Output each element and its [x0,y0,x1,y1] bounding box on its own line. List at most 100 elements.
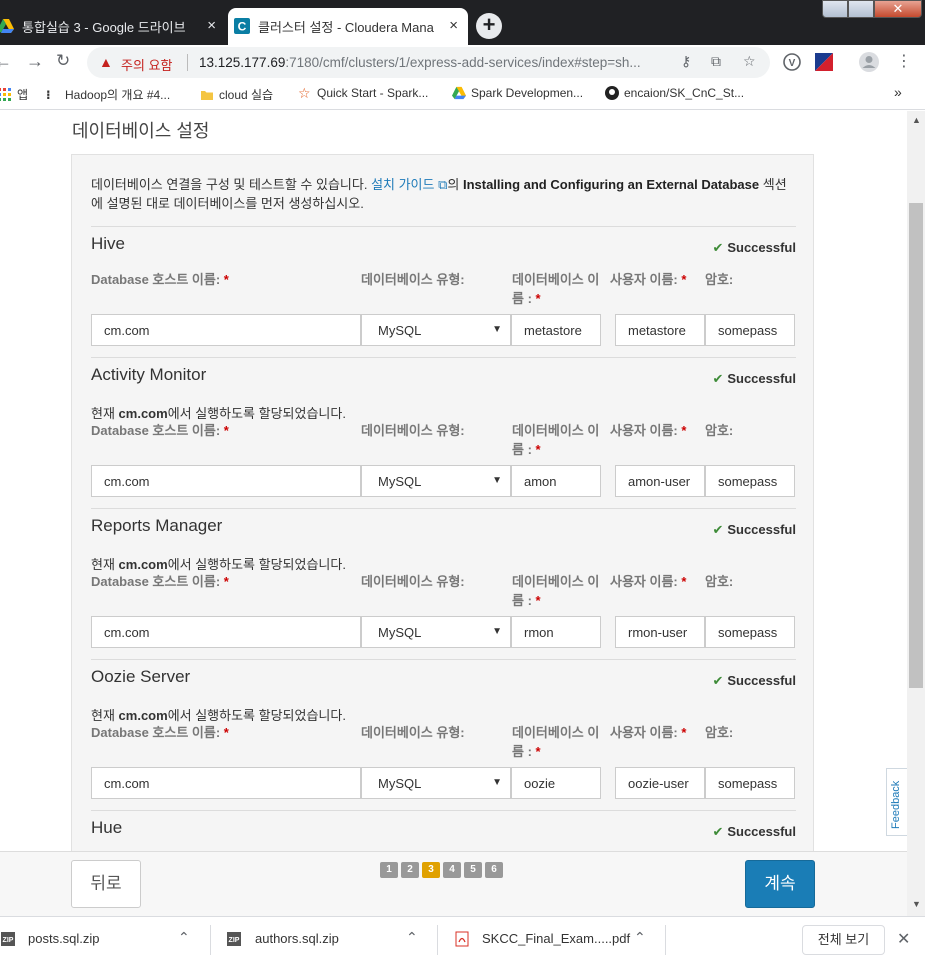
url-text[interactable]: 13.125.177.69:7180/cmf/clusters/1/expres… [199,55,669,70]
maximize-button[interactable] [848,0,874,18]
bookmark-star-icon[interactable]: ☆ [743,53,756,70]
db-name-input[interactable]: rmon [511,616,601,648]
db-name-label: 데이터베이스 이름 : * [512,423,600,457]
extension-flag-icon[interactable] [815,53,833,71]
bookmark-github[interactable]: encaion/SK_CnC_St... [605,86,744,100]
back-arrow-icon[interactable]: ← [0,51,12,72]
close-tab-icon[interactable]: × [449,17,458,34]
step-1[interactable]: 1 [380,862,398,878]
reload-icon[interactable]: ↻ [56,51,70,71]
db-name-input[interactable]: oozie [511,767,601,799]
continue-button[interactable]: 계속 [745,860,815,908]
scroll-thumb[interactable] [909,203,923,688]
host-label: Database 호스트 이름: * [91,272,229,287]
profile-avatar-icon[interactable] [858,51,880,73]
tab-google-drive[interactable]: 통합실습 3 - Google 드라이브 × [0,8,226,45]
db-type-select[interactable]: MySQL ▼ [361,465,511,497]
bookmark-label: encaion/SK_CnC_St... [624,86,745,100]
minimize-button[interactable] [822,0,848,18]
chevron-up-icon[interactable]: ⌃ [634,929,646,946]
password-input[interactable]: somepass [705,465,795,497]
password-input[interactable]: somepass [705,616,795,648]
step-3-current[interactable]: 3 [422,862,440,878]
bookmark-cloud[interactable]: cloud 실습 [200,86,273,103]
bookmark-spark-quickstart[interactable]: ☆ Quick Start - Spark... [298,86,428,100]
chevron-up-icon[interactable]: ⌃ [406,929,418,946]
more-bookmarks-icon[interactable]: » [894,84,902,100]
db-type-select[interactable]: MySQL ▼ [361,767,511,799]
download-item[interactable]: SKCC_Final_Exam.....pdf ⌃ [454,917,664,962]
db-type-select[interactable]: MySQL ▼ [361,616,511,648]
feedback-tab[interactable]: Feedback [886,768,907,836]
close-icon[interactable]: ✕ [897,929,910,949]
host-input[interactable]: cm.com [91,465,361,497]
browser-toolbar: ← → ↻ ▲ 주의 요함 13.125.177.69:7180/cmf/clu… [0,45,925,80]
password-label: 암호: [705,423,734,438]
step-4[interactable]: 4 [443,862,461,878]
bookmark-label: Hadoop의 개요 #4... [65,88,171,102]
db-type-select[interactable]: MySQL ▼ [361,314,511,346]
divider [91,810,796,811]
user-input[interactable]: rmon-user [615,616,705,648]
status-text: Successful [727,673,796,688]
security-warning[interactable]: 주의 요함 [121,55,172,74]
key-icon[interactable]: ⚷ [681,53,691,70]
service-hive: Hive ✔ Successful Database 호스트 이름: * 데이터베… [91,226,796,356]
host-input[interactable]: cm.com [91,314,361,346]
db-name-label: 데이터베이스 이름 : * [512,574,600,608]
bookmark-spark-dev[interactable]: Spark Developmen... [452,86,583,100]
vimium-extension-icon[interactable]: V [783,53,801,71]
database-settings-panel: 데이터베이스 연결을 구성 및 테스트할 수 있습니다. 설치 가이드 ⧉의 I… [71,154,814,851]
host-input[interactable]: cm.com [91,767,361,799]
tab-cloudera[interactable]: C 클러스터 설정 - Cloudera Mana × [228,8,468,45]
db-name-input[interactable]: metastore [511,314,601,346]
page-scrollbar[interactable]: ▲ ▼ [907,111,925,916]
intro-connector: 의 [447,177,463,192]
translate-icon[interactable]: ⧉ [711,53,721,70]
status-text: Successful [727,824,796,839]
db-type-value: MySQL [378,323,422,338]
menu-dots-icon[interactable]: ⋮ [896,51,912,71]
host-input[interactable]: cm.com [91,616,361,648]
user-input[interactable]: oozie-user [615,767,705,799]
db-name-input[interactable]: amon [511,465,601,497]
install-guide-link[interactable]: 설치 가이드 [371,177,434,192]
divider [91,508,796,509]
user-input[interactable]: amon-user [615,465,705,497]
step-2[interactable]: 2 [401,862,419,878]
close-tab-icon[interactable]: × [207,17,216,34]
host-label: Database 호스트 이름: * [91,423,229,438]
download-item[interactable]: ZIP authors.sql.zip ⌃ [226,917,436,962]
password-label: 암호: [705,272,734,287]
apps-grid-icon [0,87,11,101]
address-bar[interactable]: ▲ 주의 요함 13.125.177.69:7180/cmf/clusters/… [87,47,770,78]
bookmark-apps[interactable]: 앱 [0,86,28,103]
tab-title: 클러스터 설정 - Cloudera Mana [258,20,434,35]
new-tab-button[interactable]: + [476,13,502,39]
back-button[interactable]: 뒤로 [71,860,141,908]
chevron-up-icon[interactable]: ⌃ [178,929,190,946]
download-item[interactable]: ZIP posts.sql.zip ⌃ [0,917,210,962]
window-close-button[interactable]: ✕ [874,0,922,18]
folder-icon [201,90,213,100]
host-label: Database 호스트 이름: * [91,574,229,589]
step-6[interactable]: 6 [485,862,503,878]
divider [210,925,211,955]
show-all-downloads-button[interactable]: 전체 보기 [802,925,885,955]
address-separator [187,54,188,71]
service-reports-manager: Reports Manager ✔ Successful 현재 cm.com에서 … [91,508,796,658]
dots-site-icon: ⁝ [46,87,51,102]
scroll-up-icon[interactable]: ▲ [912,115,921,125]
password-input[interactable]: somepass [705,314,795,346]
user-input[interactable]: metastore [615,314,705,346]
user-label: 사용자 이름: * [610,725,687,740]
scroll-down-icon[interactable]: ▼ [912,899,921,909]
status-badge: ✔ Successful [712,673,796,689]
step-5[interactable]: 5 [464,862,482,878]
password-input[interactable]: somepass [705,767,795,799]
bookmark-hadoop[interactable]: ⁝ Hadoop의 개요 #4... [46,86,170,103]
db-type-label: 데이터베이스 유형: [361,423,465,438]
step-indicator: 1 2 3 4 5 6 [380,862,503,878]
user-label: 사용자 이름: * [610,574,687,589]
forward-arrow-icon[interactable]: → [26,51,44,72]
